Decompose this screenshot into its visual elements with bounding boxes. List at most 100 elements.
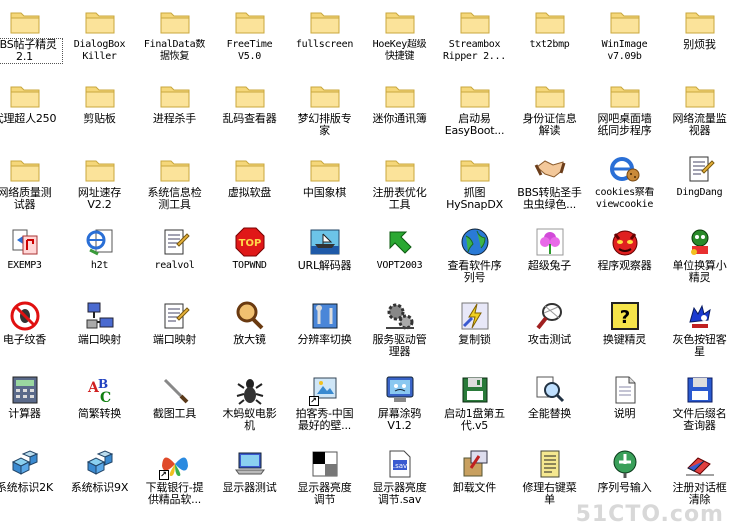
desktop-icon[interactable]: VOPT2003 [362,224,437,298]
desktop-icon-label: 梦幻排版专 家 [297,113,352,137]
desktop-icon[interactable]: 分辨率切换 [287,298,362,372]
desktop-icon[interactable]: 身份证信息 解读 [512,77,587,151]
desktop-icon[interactable]: 剪贴板 [62,77,137,151]
serial-icon [609,448,641,480]
svg-text:B: B [98,377,108,391]
desktop-icon[interactable]: 木蚂蚁电影 机 [212,372,287,446]
desktop-icon[interactable]: 网吧桌面墙 纸同步程序 [587,77,662,151]
desktop-icon-label: 显示器亮度 调节.sav [372,482,427,506]
desktop-icon[interactable]: 网络流量监 视器 [662,77,732,151]
desktop-icon[interactable]: 别烦我 [662,3,732,77]
desktop-icon[interactable]: 攻击测试 [512,298,587,372]
desktop-icon[interactable]: URL解码器 [287,224,362,298]
menu-doc-icon [534,448,566,480]
desktop-icon[interactable]: DialogBox Killer [62,3,137,77]
desktop-icon[interactable]: 端口映射 [137,298,212,372]
notepad-icon [159,300,191,332]
flower-icon [534,226,566,258]
desktop-icon[interactable]: WinImage v7.09b [587,3,662,77]
desktop-icon-label: 启动1盘第五 代.v5 [444,408,505,432]
desktop-icon[interactable]: cookies察看 viewcookie [587,151,662,225]
desktop-icon-label: URL解码器 [297,260,352,272]
desktop-icon[interactable]: 程序观察器 [587,224,662,298]
desktop-icon[interactable]: A B C 简繁转换 [62,372,137,446]
desktop-icon[interactable]: TOP TOPWND [212,224,287,298]
desktop-icon[interactable]: 查看软件序 列号 [437,224,512,298]
desktop-icon[interactable]: 启动1盘第五 代.v5 [437,372,512,446]
desktop-icon[interactable]: DingDang [662,151,732,225]
desktop-icon[interactable]: 服务驱动管 理器 [362,298,437,372]
desktop-icon[interactable]: BBS转贴圣手 虫虫绿色... [512,151,587,225]
racket-icon [534,300,566,332]
desktop-icon[interactable]: h2t [62,224,137,298]
desktop-icon-label: 攻击测试 [527,334,572,346]
desktop-icon[interactable]: EXEMP3 [0,224,62,298]
desktop-icon[interactable]: 卸载文件 [437,446,512,520]
desktop-icon[interactable]: 注册表优化 工具 [362,151,437,225]
desktop-icon-label: 简繁转换 [77,408,122,420]
desktop-icon-label: 服务驱动管 理器 [372,334,427,358]
desktop-icon[interactable]: 启动易 EasyBoot... [437,77,512,151]
desktop-icon[interactable]: HoeKey超级 快捷键 [362,3,437,77]
globe-icon [459,226,491,258]
desktop-icon-label: 系统标识2K [0,482,53,494]
desktop-icon[interactable]: 虚拟软盘 [212,151,287,225]
folder-icon [309,153,341,185]
desktop-icon[interactable]: 屏幕涂鸦 V1.2 [362,372,437,446]
desktop-icon[interactable]: 放大镜 [212,298,287,372]
desktop-icon[interactable]: 进程杀手 [137,77,212,151]
desktop-icon[interactable]: 系统标识2K [0,446,62,520]
desktop-icon-label: 迷你通讯簿 [372,113,427,125]
svg-text:TOP: TOP [238,238,261,249]
desktop-icon[interactable]: 文件后缀名 查询器 [662,372,732,446]
desktop-icon-label: 电子纹香 [2,334,47,346]
desktop-icon[interactable]: 端口映射 [62,298,137,372]
desktop-icon[interactable]: 复制锁 [437,298,512,372]
desktop-icon[interactable]: 电子纹香 [0,298,62,372]
desktop-icon[interactable]: 灰色按钮客 星 [662,298,732,372]
desktop-icon-label: BBS转贴圣手 虫虫绿色... [517,187,582,211]
desktop-icon[interactable]: FinalData数 据恢复 [137,3,212,77]
desktop-icon[interactable]: .sav 显示器亮度 调节.sav [362,446,437,520]
desktop-icon[interactable]: 系统信息检 测工具 [137,151,212,225]
question-icon: ? [609,300,641,332]
desktop-icon[interactable]: BBS帖子精灵 2.1 [0,3,63,77]
desktop-icon[interactable]: 中国象棋 [287,151,362,225]
desktop-icon[interactable]: 超级兔子 [512,224,587,298]
desktop-icon[interactable]: 截图工具 [137,372,212,446]
desktop-icon[interactable]: 迷你通讯簿 [362,77,437,151]
desktop-icon[interactable]: ↗ 下载银行-提 供精品软... [137,446,212,520]
floppy-blue-icon [684,374,716,406]
wallpaper-icon: ↗ [308,374,341,406]
desktop-icon[interactable]: 显示器测试 [212,446,287,520]
desktop-icon[interactable]: 网址速存 V2.2 [62,151,137,225]
desktop-icon[interactable]: FreeTime V5.0 [212,3,287,77]
notepad-icon [159,226,191,258]
desktop-icon[interactable]: 显示器亮度 调节 [287,446,362,520]
ie-page-icon [84,226,116,258]
desktop-icon[interactable]: realvol [137,224,212,298]
desktop-icon[interactable]: 说明 [587,372,662,446]
desktop-icon[interactable]: fullscreen [287,3,362,77]
desktop-icon[interactable]: 代理超人250 [0,77,62,151]
desktop-icon[interactable]: 全能替换 [512,372,587,446]
desktop-icon[interactable]: txt2bmp [512,3,587,77]
cubes-icon [84,448,116,480]
desktop-icon-label: cookies察看 viewcookie [594,187,655,210]
desktop-icon-label: 截图工具 [152,408,197,420]
desktop-icon[interactable]: Streambox Ripper 2... [437,3,512,77]
laptop-icon [234,448,266,480]
green-arrow-icon [384,226,416,258]
desktop-icon[interactable]: 梦幻排版专 家 [287,77,362,151]
desktop-icon[interactable]: ? 换键精灵 [587,298,662,372]
desktop-icon[interactable]: ↗ 拍客秀-中国 最好的壁... [287,372,362,446]
desktop-icon-label: 系统信息检 测工具 [147,187,202,211]
desktop-icon[interactable]: 计算器 [0,372,62,446]
desktop-icon[interactable]: 乱码查看器 [212,77,287,151]
desktop-icon[interactable]: 系统标识9X [62,446,137,520]
shortcut-arrow-icon: ↗ [308,396,319,406]
desktop-icon[interactable]: 单位换算小 精灵 [662,224,732,298]
desktop-icon[interactable]: 抓图 HySnapDX [437,151,512,225]
desktop-icon[interactable]: 网络质量测 试器 [0,151,62,225]
folder-icon [234,79,266,111]
